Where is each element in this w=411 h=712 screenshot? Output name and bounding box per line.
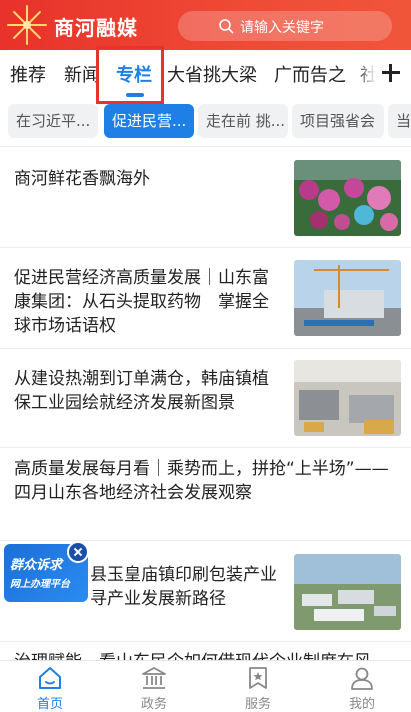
news-item[interactable]: 促进民营经济高质量发展｜山东富康集团：从石头提取药物 掌握全球市场话语权 bbox=[0, 248, 411, 348]
firework-icon bbox=[7, 5, 47, 45]
chip-private-economy[interactable]: 促进民营... bbox=[104, 104, 194, 138]
news-item[interactable]: 高质量发展每月看｜乘势而上，拼抢“上半场”——四月山东各地经济社会发展观察 bbox=[0, 448, 411, 540]
search-placeholder: 请输入关键字 bbox=[240, 20, 324, 36]
bottom-nav: 首页 政务 服务 我的 bbox=[0, 660, 411, 712]
nav-service-label: 服务 bbox=[244, 697, 271, 712]
tab-announcements[interactable]: 广而告之 bbox=[274, 61, 346, 87]
government-icon bbox=[142, 667, 166, 689]
news-item[interactable]: 从建设热潮到订单满仓，韩庙镇植保工业园绘就经济发展新图景 bbox=[0, 349, 411, 447]
nav-home-label: 首页 bbox=[36, 697, 63, 712]
search-icon bbox=[219, 19, 234, 34]
channel-tabs: 推荐 新闻 专栏 大省挑大梁 广而告之 社 bbox=[0, 50, 411, 96]
news-title: 县玉皇庙镇印刷包装产业寻产业发展新路径 bbox=[90, 565, 277, 609]
news-title: 从建设热潮到订单满仓，韩庙镇植保工业园绘就经济发展新图景 bbox=[14, 369, 269, 413]
close-icon[interactable] bbox=[67, 541, 89, 563]
add-channel-button[interactable] bbox=[376, 58, 406, 88]
tab-recommend[interactable]: 推荐 bbox=[10, 61, 46, 87]
news-title: 促进民营经济高质量发展｜山东富康集团：从石头提取药物 掌握全球市场话语权 bbox=[14, 268, 269, 336]
news-thumbnail-industrial-park bbox=[294, 554, 401, 630]
chip-xi-jinping[interactable]: 在习近平... bbox=[8, 104, 98, 138]
news-thumbnail-construction bbox=[294, 260, 401, 336]
app-header: 商河融媒 请输入关键字 bbox=[0, 0, 411, 50]
news-title: 治理赋能 看山东民企如何借现代企业制度在风 bbox=[14, 650, 404, 660]
nav-home[interactable]: 首页 bbox=[10, 665, 90, 712]
nav-service[interactable]: 服务 bbox=[218, 665, 298, 712]
home-icon bbox=[39, 667, 61, 689]
chip-project-strong-capital[interactable]: 项目强省会 bbox=[292, 104, 384, 138]
news-thumbnail-flowers bbox=[294, 160, 401, 236]
highlight-annotation-box bbox=[96, 46, 164, 104]
nav-mine-label: 我的 bbox=[348, 697, 375, 712]
nav-mine[interactable]: 我的 bbox=[322, 665, 402, 712]
search-input[interactable]: 请输入关键字 bbox=[178, 11, 392, 41]
app-title: 商河融媒 bbox=[54, 16, 138, 40]
news-item[interactable]: 治理赋能 看山东民企如何借现代企业制度在风 bbox=[0, 642, 411, 660]
badge-line1: 群众诉求 bbox=[10, 558, 63, 573]
tab-fade bbox=[356, 52, 376, 92]
nav-government-label: 政务 bbox=[140, 697, 167, 712]
news-title: 商河鲜花香飘海外 bbox=[14, 169, 150, 189]
bookmark-star-icon bbox=[249, 667, 267, 689]
news-item[interactable]: 商河鲜花香飘海外 bbox=[0, 147, 411, 247]
chip-more[interactable]: 当 bbox=[388, 104, 411, 138]
badge-line2: 网上办理平台 bbox=[10, 579, 70, 590]
news-thumbnail-factory bbox=[294, 360, 401, 436]
tab-big-province[interactable]: 大省挑大梁 bbox=[167, 61, 257, 87]
nav-government[interactable]: 政务 bbox=[114, 665, 194, 712]
tab-news[interactable]: 新闻 bbox=[64, 61, 100, 87]
news-title: 高质量发展每月看｜乘势而上，拼抢“上半场”——四月山东各地经济社会发展观察 bbox=[14, 459, 389, 503]
chip-walk-in-front[interactable]: 走在前 挑... bbox=[198, 104, 288, 138]
sub-column-chips: 在习近平... 促进民营... 走在前 挑... 项目强省会 当 bbox=[0, 100, 411, 144]
user-icon bbox=[351, 667, 373, 690]
